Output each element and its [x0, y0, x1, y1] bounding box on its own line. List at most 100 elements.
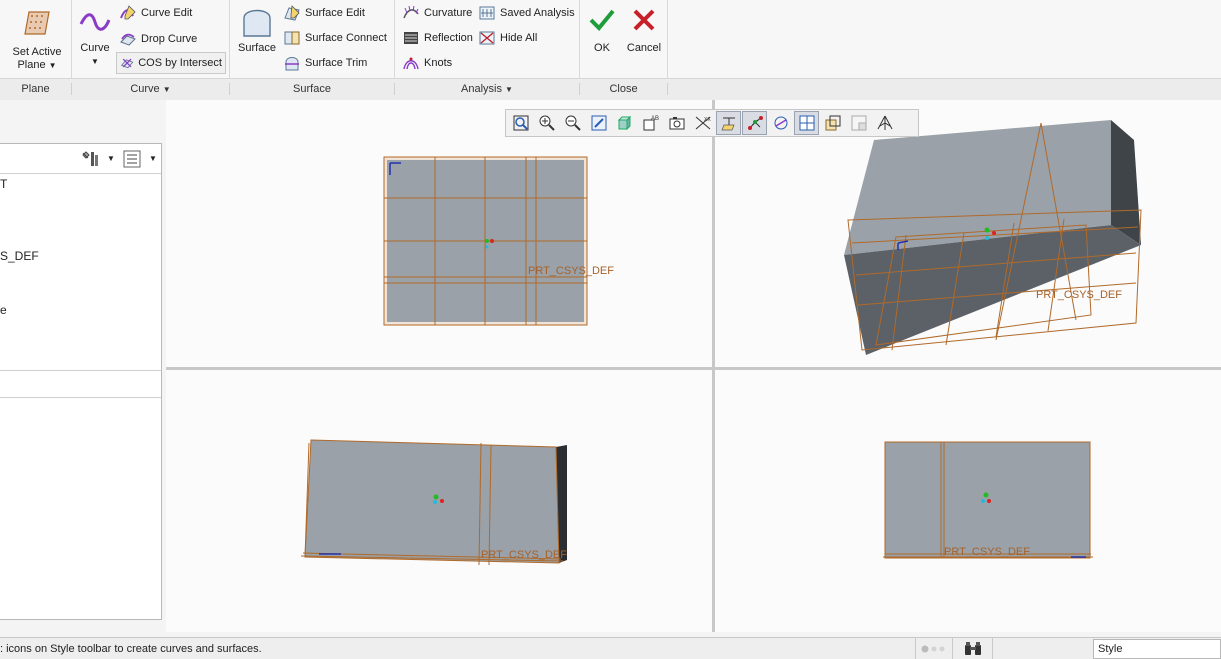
iso-view-model[interactable] [836, 115, 1221, 360]
csys-label: PRT_CSYS_DEF [944, 546, 1030, 558]
surface-connect-label: Surface Connect [305, 32, 387, 44]
zoom-in-icon[interactable] [534, 111, 559, 135]
curvature-button[interactable]: Curvature [399, 2, 475, 24]
zoom-out-icon[interactable] [560, 111, 585, 135]
front-view-model[interactable] [381, 155, 621, 327]
surface-button[interactable]: Surface [234, 6, 280, 55]
surface-edit-icon [284, 5, 300, 21]
view-toolbar: AB XX [505, 109, 919, 137]
csys-label: PRT_CSYS_DEF [481, 549, 567, 561]
curve-label: Curve [80, 42, 110, 54]
set-active-plane-button[interactable]: Set Active Plane ▼ [6, 4, 68, 72]
plane-group-label: Plane [0, 83, 72, 95]
settings-tools-icon[interactable] [80, 150, 100, 168]
cos-by-intersect-button[interactable]: COS by Intersect [116, 52, 226, 74]
checkmark-icon [589, 9, 615, 31]
reference-view-icon[interactable] [820, 111, 845, 135]
curve-button[interactable]: Curve ▼ [75, 8, 115, 68]
surface-edit-button[interactable]: Surface Edit [280, 2, 368, 24]
curve-edit-button[interactable]: Curve Edit [116, 2, 195, 24]
surface-group: Surface Surface Edit Surface Connect Sur… [230, 0, 395, 78]
chevron-down-icon[interactable]: ▼ [107, 154, 115, 163]
model-tree-toolbar: ▼ ▼ [0, 144, 161, 174]
drop-curve-button[interactable]: Drop Curve [116, 28, 200, 50]
chevron-down-icon: ▼ [91, 57, 99, 66]
tree-item[interactable]: S_DEF [0, 249, 39, 263]
surface-trim-label: Surface Trim [305, 57, 368, 69]
csys-label: PRT_CSYS_DEF [528, 265, 614, 277]
curve-icon [79, 13, 111, 31]
spin-center-icon[interactable] [768, 111, 793, 135]
repaint-icon[interactable] [586, 111, 611, 135]
surface-connect-button[interactable]: Surface Connect [280, 27, 390, 49]
reflection-button[interactable]: Reflection [399, 27, 476, 49]
cos-intersect-icon [120, 58, 134, 69]
display-style-icon[interactable] [612, 111, 637, 135]
saved-orientations-icon[interactable] [664, 111, 689, 135]
analysis-group-label-text: Analysis [461, 83, 502, 95]
datum-display-icon[interactable]: XX [690, 111, 715, 135]
model-tree-panel: ▼ ▼ T S_DEF e [0, 143, 162, 620]
hide-all-icon [479, 31, 495, 45]
horizontal-view-splitter[interactable] [166, 367, 1221, 370]
csys-label: PRT_CSYS_DEF [1036, 289, 1122, 301]
chevron-down-icon[interactable]: ▼ [149, 154, 157, 163]
hide-all-label: Hide All [500, 32, 538, 44]
divider [0, 370, 161, 371]
layout-icon[interactable] [846, 111, 871, 135]
surface-trim-button[interactable]: Surface Trim [280, 52, 370, 74]
set-active-label-2: Plane [17, 59, 46, 71]
curvature-label: Curvature [424, 7, 473, 19]
curve-group: Curve ▼ Curve Edit Drop Curve COS by Int… [72, 0, 230, 78]
divider [0, 397, 161, 398]
show-list-icon[interactable] [123, 150, 141, 168]
find-button[interactable] [955, 638, 993, 659]
surface-edit-label: Surface Edit [305, 7, 365, 19]
mode-selector[interactable]: Style [1093, 639, 1221, 659]
surface-trim-icon [285, 57, 299, 71]
close-icon [633, 9, 655, 31]
vertical-view-splitter[interactable] [712, 100, 715, 632]
surface-label: Surface [238, 42, 276, 54]
curve-edit-label: Curve Edit [141, 7, 193, 19]
analysis-group-label[interactable]: Analysis ▼ [395, 83, 580, 95]
cos-by-intersect-label: COS by Intersect [138, 57, 222, 69]
knots-label: Knots [424, 57, 453, 69]
single-view-icon[interactable] [794, 111, 819, 135]
status-message: : icons on Style toolbar to create curve… [0, 643, 262, 655]
tree-item[interactable]: T [0, 177, 7, 191]
annotation-display-icon[interactable]: AB [638, 111, 663, 135]
chevron-down-icon: ▼ [505, 85, 513, 94]
svg-text:AB: AB [651, 116, 659, 122]
knots-icon [403, 57, 419, 70]
hide-all-button[interactable]: Hide All [475, 27, 540, 49]
curve-group-label-text: Curve [130, 83, 160, 95]
chevron-down-icon: ▼ [48, 61, 57, 70]
drop-curve-icon [120, 33, 136, 46]
status-bar: : icons on Style toolbar to create curve… [0, 637, 1221, 659]
tree-item[interactable]: e [0, 303, 7, 317]
reflection-label: Reflection [424, 32, 473, 44]
plane-group: Set Active Plane ▼ [0, 0, 72, 78]
graphics-area[interactable]: PRT_CSYS_DEF PRT_CSYS_DEF PRT_CSYS_DEF P… [166, 100, 1221, 632]
curve-group-label[interactable]: Curve ▼ [72, 83, 230, 95]
saved-analysis-button[interactable]: Saved Analysis [475, 2, 578, 24]
planes-display-icon[interactable] [716, 111, 741, 135]
ribbon: Set Active Plane ▼ Curve ▼ Curve Edit Dr… [0, 0, 1221, 100]
perspective-icon[interactable] [872, 111, 897, 135]
top-view-model[interactable] [881, 440, 1096, 562]
points-display-icon[interactable] [742, 111, 767, 135]
curve-edit-icon [120, 5, 136, 20]
knots-button[interactable]: Knots [399, 52, 455, 74]
progress-indicator [915, 638, 953, 659]
surface-icon [243, 9, 271, 37]
surface-connect-icon [284, 31, 300, 45]
close-group: OK Cancel [580, 0, 668, 78]
cancel-button[interactable]: Cancel [624, 6, 664, 55]
saved-analysis-icon [479, 6, 495, 20]
curvature-icon [403, 5, 419, 19]
ok-button[interactable]: OK [584, 6, 620, 55]
saved-analysis-label: Saved Analysis [500, 7, 575, 19]
drop-curve-label: Drop Curve [141, 33, 198, 45]
refit-icon[interactable] [508, 111, 533, 135]
